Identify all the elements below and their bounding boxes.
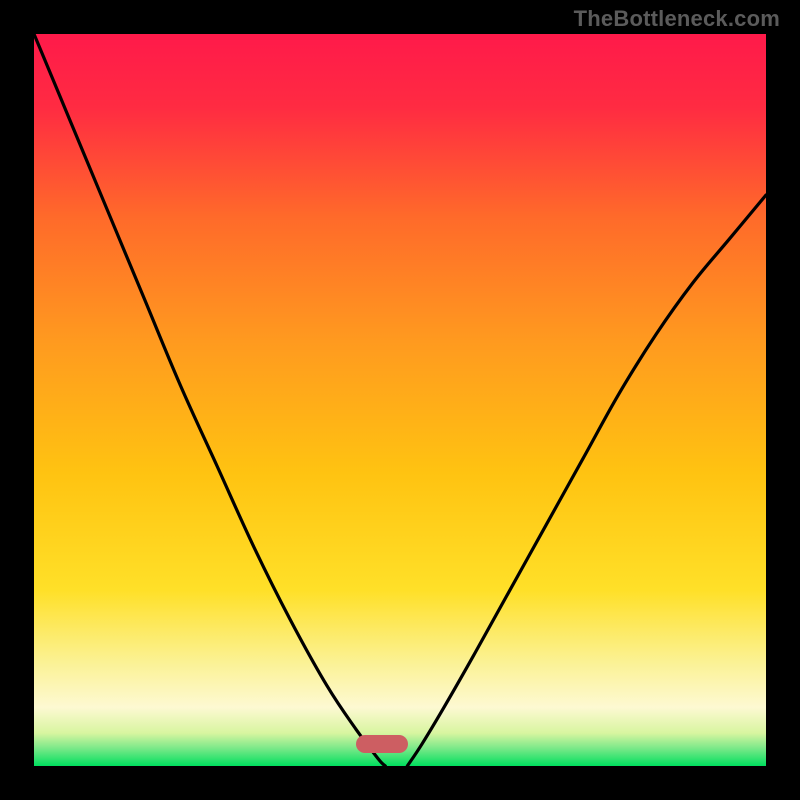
- watermark-text: TheBottleneck.com: [574, 6, 780, 32]
- left-curve: [34, 34, 385, 766]
- right-curve: [407, 195, 766, 766]
- curves-layer: [34, 34, 766, 766]
- bottleneck-marker: [356, 735, 408, 753]
- chart-plot-area: [34, 34, 766, 766]
